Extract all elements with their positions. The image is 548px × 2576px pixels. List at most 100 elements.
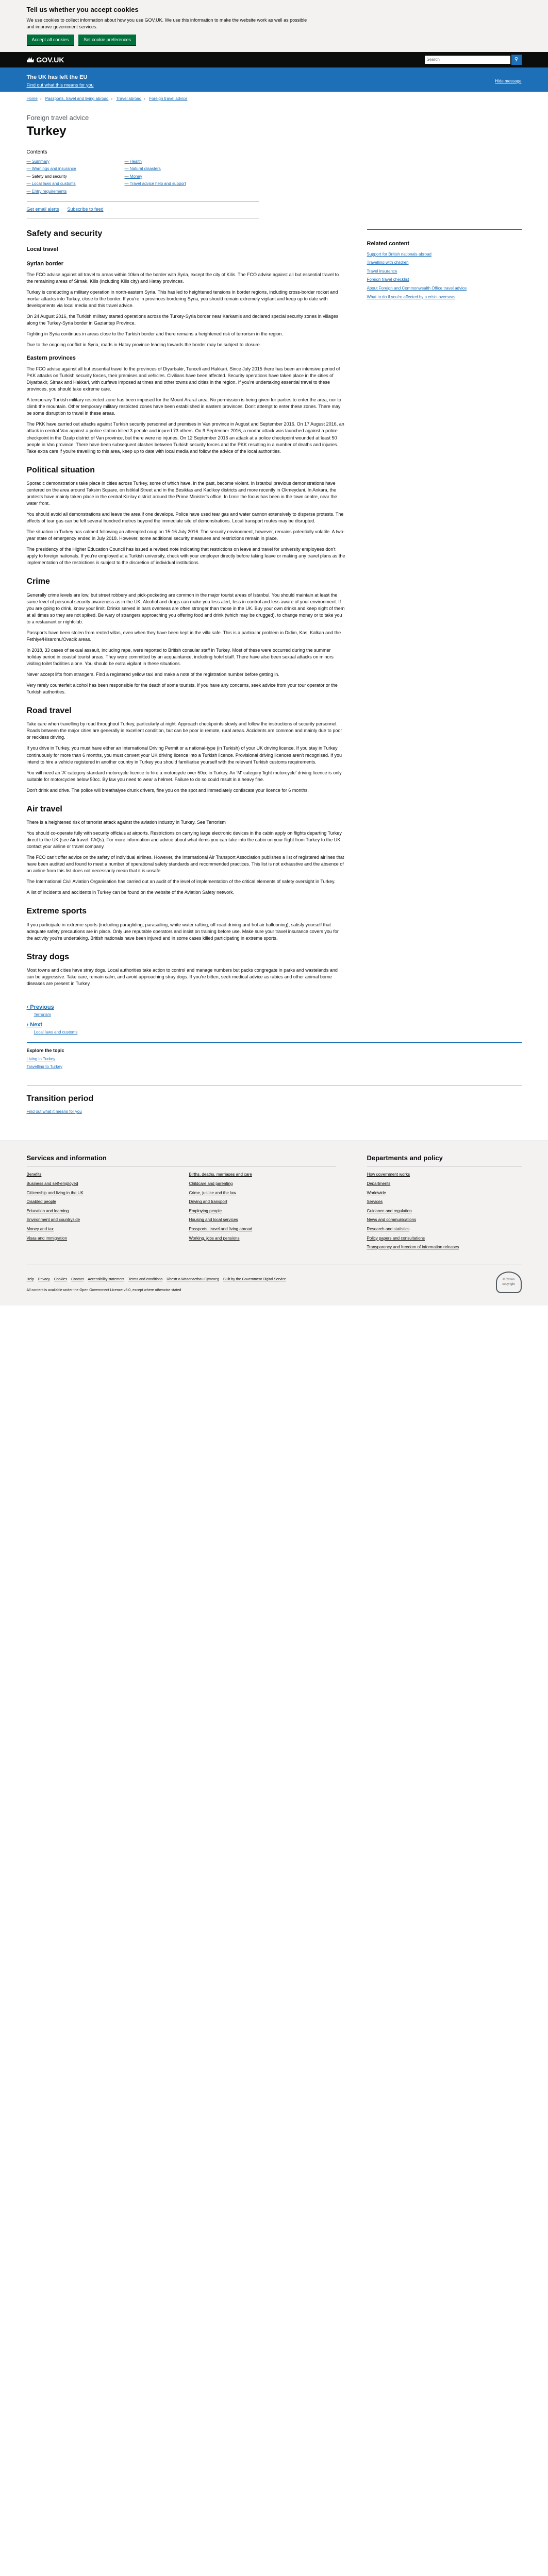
contents-column-1: SummaryWarnings and insurance Safety and … — [27, 159, 109, 196]
body-paragraph: If you drive in Turkey, you must have ei… — [26, 745, 342, 765]
related-link-travel-insurance[interactable]: Travel insurance — [367, 268, 522, 275]
next-page-title: Local laws and customs — [34, 1029, 78, 1035]
footer-link-crime-justice-and-the-law[interactable]: Crime, justice and the law — [189, 1190, 336, 1196]
explore-topic: Explore the topic Living in Turkey Travel… — [26, 1042, 522, 1070]
body-paragraph: Don't drink and drive. The police will b… — [26, 787, 309, 793]
next-page-link[interactable]: › Next Local laws and customs — [27, 1021, 522, 1036]
breadcrumb: Home › Passports, travel and living abroa… — [26, 96, 188, 101]
footer-meta-link-accessibility-statement[interactable]: Accessibility statement — [88, 1278, 124, 1281]
body-paragraph: Very rarely counterfeit alcohol has been… — [26, 683, 338, 695]
transition-footer-link[interactable]: Find out what it means for you — [27, 1109, 82, 1114]
footer-link-policy-papers-and-consultations[interactable]: Policy papers and consultations — [367, 1235, 522, 1242]
related-link-what-to-do-if-you-re-affected-by-a-crisi[interactable]: What to do if you're affected by a crisi… — [367, 294, 522, 300]
body-paragraph: Passports have been stolen from rented v… — [26, 630, 341, 642]
footer-link-environment-and-countryside[interactable]: Environment and countryside — [27, 1217, 174, 1223]
body-paragraph: If you participate in extreme sports (in… — [26, 922, 339, 941]
contents-item-summary[interactable]: Summary — [27, 159, 109, 165]
breadcrumb-travel-abroad[interactable]: Travel abroad — [116, 96, 141, 101]
ogl-text: All content is available under the Open … — [26, 1288, 181, 1292]
contents-item-natural-disasters[interactable]: Natural disasters — [125, 166, 207, 172]
footer-link-visas-and-immigration[interactable]: Visas and immigration — [27, 1235, 174, 1242]
transition-link[interactable]: Find out what this means for you — [27, 82, 94, 88]
accept-cookies-button[interactable]: Accept all cookies — [26, 34, 74, 45]
body-paragraph: In 2018, 33 cases of sexual assault, inc… — [26, 647, 334, 666]
footer-link-births-deaths-marriages-and-care[interactable]: Births, deaths, marriages and care — [189, 1172, 336, 1178]
footer-link-transparency-and-freedom-of-information-[interactable]: Transparency and freedom of information … — [367, 1244, 522, 1250]
footer-link-benefits[interactable]: Benefits — [27, 1172, 174, 1178]
breadcrumb-home[interactable]: Home — [27, 96, 38, 101]
contents-item-travel-advice-help-and-support[interactable]: Travel advice help and support — [125, 181, 207, 187]
body-paragraph: The FCO advise against all but essential… — [26, 366, 340, 392]
related-content: Related content Support for British nati… — [367, 228, 522, 303]
footer-link-news-and-communications[interactable]: News and communications — [367, 1217, 522, 1223]
crown-copyright-crest-icon[interactable]: © Crown copyright — [495, 1271, 522, 1293]
search-icon[interactable]: ⚲ — [511, 54, 522, 65]
footer-meta-link-rhestr-o-wasanaethau-cymraeg[interactable]: Rhestr o Wasanaethau Cymraeg — [167, 1278, 219, 1281]
contents-item-safety-and-security[interactable]: Safety and security — [27, 174, 109, 180]
services-column: Services and information Benefits Births,… — [26, 1154, 336, 1253]
govuk-logo[interactable]: GOV.UK — [26, 55, 64, 65]
subsection-heading-syrian-border: Syrian border — [26, 260, 64, 267]
share-links: Get email alerts Subscribe to feed — [26, 202, 259, 218]
body-paragraph: Fighting in Syria continues in areas clo… — [26, 331, 283, 337]
footer-meta-link-help[interactable]: Help — [27, 1278, 34, 1281]
transition-banner: The UK has left the EU Find out what thi… — [0, 70, 548, 92]
footer-link-money-and-tax[interactable]: Money and tax — [27, 1226, 174, 1232]
footer-link-citizenship-and-living-in-the-uk[interactable]: Citizenship and living in the UK — [27, 1190, 174, 1196]
body-paragraph: You will need an 'A' category standard m… — [26, 770, 342, 782]
breadcrumb-foreign-travel-advice[interactable]: Foreign travel advice — [149, 96, 187, 101]
footer-link-working-jobs-and-pensions[interactable]: Working, jobs and pensions — [189, 1235, 336, 1242]
footer-meta-link-privacy[interactable]: Privacy — [38, 1278, 50, 1281]
section-heading-crime: Crime — [26, 577, 50, 586]
main-content: Safety and security Local travel Syrian bo… — [27, 218, 346, 991]
body-paragraph: Generally crime levels are low, but stre… — [26, 592, 345, 624]
footer-meta-link-terms-and-conditions[interactable]: Terms and conditions — [128, 1278, 162, 1281]
footer-link-passports-travel-and-living-abroad[interactable]: Passports, travel and living abroad — [189, 1226, 336, 1232]
contents-item-local-laws-and-customs[interactable]: Local laws and customs — [27, 181, 109, 187]
body-paragraph: Never accept lifts from strangers. Find … — [26, 672, 279, 677]
footer-meta-link-cookies[interactable]: Cookies — [54, 1278, 67, 1281]
footer-link-worldwide[interactable]: Worldwide — [367, 1190, 522, 1196]
footer-meta: Help Privacy Cookies Contact Accessibility s… — [26, 1263, 522, 1293]
footer-link-services[interactable]: Services — [367, 1199, 522, 1205]
footer-link-business-and-self-employed[interactable]: Business and self-employed — [27, 1181, 174, 1187]
related-heading: Related content — [367, 240, 410, 247]
section-heading-safety-and-security: Safety and security — [26, 229, 103, 238]
hide-message-link[interactable]: Hide message — [495, 78, 521, 84]
footer-link-driving-and-transport[interactable]: Driving and transport — [189, 1199, 336, 1205]
subsection-heading-local-travel: Local travel — [26, 246, 58, 252]
footer-link-guidance-and-regulation[interactable]: Guidance and regulation — [367, 1208, 522, 1214]
contents-item-health[interactable]: Health — [125, 159, 207, 165]
topic-link-living-in-turkey[interactable]: Living in Turkey — [27, 1056, 522, 1062]
copyright-text: © Crown copyright — [502, 1278, 515, 1286]
footer-link-education-and-learning[interactable]: Education and learning — [27, 1208, 174, 1214]
footer-link-disabled-people[interactable]: Disabled people — [27, 1199, 174, 1205]
related-link-foreign-travel-checklist[interactable]: Foreign travel checklist — [367, 277, 522, 283]
footer-link-employing-people[interactable]: Employing people — [189, 1208, 336, 1214]
contents-item-warnings-and-insurance[interactable]: Warnings and insurance — [27, 166, 109, 172]
footer-link-housing-and-local-services[interactable]: Housing and local services — [189, 1217, 336, 1223]
related-link-about-foreign-and-commonwealth-office-tr[interactable]: About Foreign and Commonwealth Office tr… — [367, 285, 522, 292]
section-heading-road-travel: Road travel — [26, 706, 72, 716]
contents-item-entry-requirements[interactable]: Entry requirements — [27, 189, 109, 195]
previous-page-link[interactable]: ‹ Previous Terrorism — [27, 1004, 522, 1018]
body-paragraph: You should co-operate fully with securit… — [26, 831, 342, 850]
cookie-settings-button[interactable]: Set cookie preferences — [78, 34, 137, 45]
footer-link-departments[interactable]: Departments — [367, 1181, 522, 1187]
footer-link-childcare-and-parenting[interactable]: Childcare and parenting — [189, 1181, 336, 1187]
footer-meta-link-built-by-the-government-digital-service[interactable]: Built by the Government Digital Service — [223, 1278, 286, 1281]
footer-link-how-government-works[interactable]: How government works — [367, 1172, 522, 1178]
contents-item-money[interactable]: Money — [125, 174, 207, 180]
subscribe-feed-link[interactable]: Subscribe to feed — [68, 206, 104, 213]
search-input[interactable] — [423, 54, 511, 65]
section-heading-stray-dogs: Stray dogs — [26, 952, 70, 961]
breadcrumb-passports[interactable]: Passports, travel and living abroad — [45, 96, 109, 101]
footer-meta-link-contact[interactable]: Contact — [71, 1278, 84, 1281]
body-paragraph: You should avoid all demonstrations and … — [26, 512, 344, 524]
email-alerts-link[interactable]: Get email alerts — [27, 206, 59, 213]
body-paragraph: Take care when travelling by road throug… — [26, 721, 342, 740]
related-link-travelling-with-children[interactable]: Travelling with children — [367, 260, 522, 266]
footer-link-research-and-statistics[interactable]: Research and statistics — [367, 1226, 522, 1232]
topic-link-travelling-to-turkey[interactable]: Travelling to Turkey — [27, 1064, 522, 1070]
related-link-support-for-british-nationals-abroad[interactable]: Support for British nationals abroad — [367, 251, 522, 258]
